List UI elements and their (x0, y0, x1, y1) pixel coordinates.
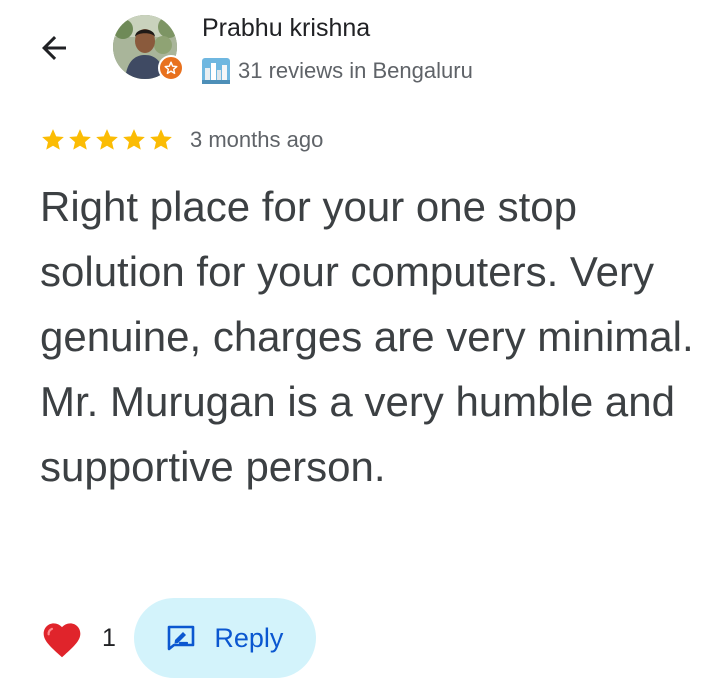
rating-row: 3 months ago (40, 124, 323, 156)
city-skyline-icon (202, 58, 230, 84)
star-rating (40, 127, 175, 153)
reviewer-avatar[interactable] (113, 15, 184, 81)
star-icon (96, 129, 118, 150)
heart-icon (43, 623, 81, 658)
review-date: 3 months ago (190, 127, 324, 152)
reviewer-review-count: 31 reviews in Bengaluru (238, 58, 473, 83)
star-icon (123, 129, 145, 150)
star-icon (42, 129, 64, 150)
like-count: 1 (102, 623, 116, 652)
reply-button[interactable]: Reply (133, 598, 316, 678)
back-arrow-icon (42, 36, 66, 60)
review-detail-page: Prabhu krishna 31 reviews in Bengaluru 3… (0, 0, 720, 700)
star-icon (69, 129, 91, 150)
reply-label: Reply (214, 622, 284, 653)
reviewer-meta: 31 reviews in Bengaluru (202, 56, 473, 86)
like-button[interactable]: 1 (40, 617, 116, 659)
star-icon (150, 129, 172, 150)
review-actions: 1 Reply (40, 598, 316, 678)
reviewer-name[interactable]: Prabhu krishna (202, 14, 370, 43)
local-guide-badge (158, 55, 184, 81)
local-guide-star-icon (164, 61, 178, 75)
back-button[interactable] (30, 24, 78, 72)
reply-icon (168, 625, 195, 651)
review-text: Right place for your one stop solution f… (40, 183, 694, 490)
